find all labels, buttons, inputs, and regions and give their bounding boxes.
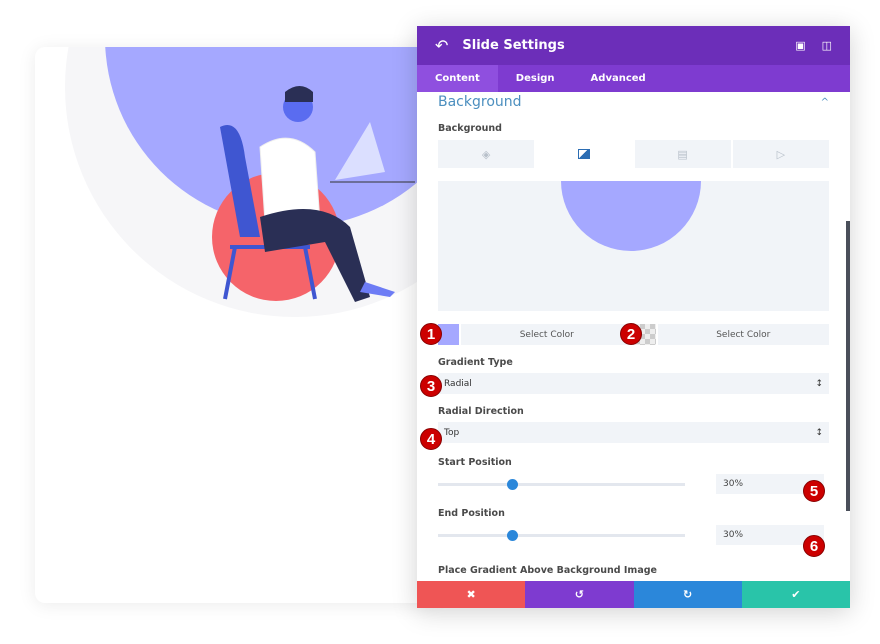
background-section-header[interactable]: Background ^ [438, 93, 829, 111]
slide-preview [35, 47, 435, 603]
start-position-slider[interactable] [438, 478, 685, 490]
gradient-type-value: Radial [444, 378, 472, 389]
tab-content[interactable]: Content [417, 65, 498, 92]
annotation-badge: 6 [803, 535, 825, 557]
end-position-label: End Position [438, 508, 505, 519]
panel-footer: ✖ ↺ ↻ ✔ [417, 581, 850, 608]
bg-color-tab[interactable]: ◈ [438, 140, 535, 168]
tab-bar: Content Design Advanced [417, 65, 850, 92]
panel-header: ↶ Slide Settings ▣ ◫ [417, 26, 850, 65]
gradient-type-label: Gradient Type [438, 357, 513, 368]
select-color2-button[interactable]: Select Color [657, 324, 829, 345]
background-label: Background [438, 123, 502, 134]
gradient-above-image-label: Place Gradient Above Background Image [438, 565, 657, 576]
select-color1-button[interactable]: Select Color [461, 324, 633, 345]
scrollbar[interactable] [846, 221, 850, 511]
annotation-badge: 5 [803, 480, 825, 502]
select-arrows-icon: ↕ [815, 427, 823, 438]
annotation-badge: 3 [420, 375, 442, 397]
save-button[interactable]: ✔ [741, 581, 850, 608]
gradient-type-select[interactable]: Radial ↕ [438, 373, 829, 394]
radial-direction-select[interactable]: Top ↕ [438, 422, 829, 443]
back-icon[interactable]: ↶ [435, 36, 448, 55]
bg-video-tab[interactable]: ▷ [732, 140, 829, 168]
tab-advanced[interactable]: Advanced [573, 65, 664, 92]
bg-gradient-tab[interactable] [536, 140, 633, 168]
paint-bucket-icon: ◈ [481, 147, 491, 161]
slider-handle[interactable] [507, 478, 519, 490]
video-icon: ▷ [776, 147, 786, 161]
start-position-label: Start Position [438, 457, 512, 468]
annotation-badge: 4 [420, 428, 442, 450]
bg-image-tab[interactable]: ▤ [634, 140, 731, 168]
illustration [65, 47, 435, 317]
end-position-slider[interactable] [438, 529, 685, 541]
section-title: Background [438, 94, 522, 110]
annotation-badge: 2 [620, 323, 642, 345]
gradient-icon [578, 149, 591, 159]
undo-button[interactable]: ↺ [525, 581, 634, 608]
fullscreen-icon[interactable]: ▣ [795, 39, 805, 52]
sidebar-toggle-icon[interactable]: ◫ [822, 39, 832, 52]
redo-button[interactable]: ↻ [633, 581, 742, 608]
select-arrows-icon: ↕ [815, 378, 823, 389]
radial-direction-value: Top [444, 427, 460, 438]
radial-direction-label: Radial Direction [438, 406, 524, 417]
tab-design[interactable]: Design [498, 65, 573, 92]
chevron-up-icon[interactable]: ^ [821, 97, 829, 108]
cancel-button[interactable]: ✖ [417, 581, 526, 608]
gradient-preview [438, 181, 829, 311]
slider-handle[interactable] [507, 529, 519, 541]
panel-title: Slide Settings [462, 38, 565, 53]
annotation-badge: 1 [420, 323, 442, 345]
image-icon: ▤ [677, 147, 688, 161]
slide-settings-panel: ↶ Slide Settings ▣ ◫ Content Design Adva… [417, 26, 850, 608]
